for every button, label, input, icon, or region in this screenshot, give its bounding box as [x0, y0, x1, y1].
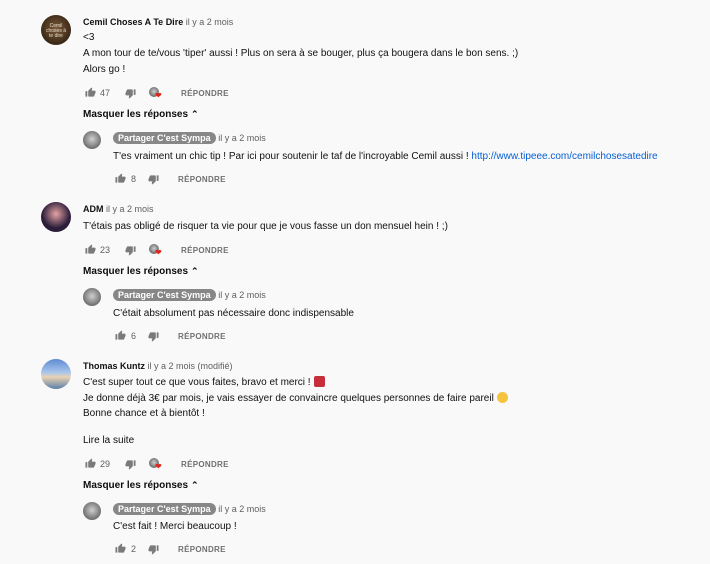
comment-time[interactable]: il y a 2 mois [186, 17, 234, 27]
like-count: 23 [100, 245, 111, 255]
comment-header: Cemil Choses A Te Dire il y a 2 mois [83, 17, 233, 27]
comment-text-line: Bonne chance et à bientôt ! [83, 408, 205, 419]
comment-text-line: C'est super tout ce que vous faites, bra… [83, 375, 325, 390]
chevron-up-icon: ⌃ [191, 480, 199, 490]
like-count: 2 [131, 544, 137, 554]
comment-author[interactable]: Thomas Kuntz [83, 361, 145, 371]
reply-text: C'était absolument pas nécessaire donc i… [113, 308, 354, 319]
comment-time[interactable]: il y a 2 mois [106, 204, 154, 214]
reply-avatar[interactable] [83, 288, 101, 306]
reply-text: C'est fait ! Merci beaucoup ! [113, 521, 237, 532]
thumb-down-icon[interactable] [148, 174, 159, 185]
avatar[interactable] [41, 202, 71, 232]
comment-text-body: C'est super tout ce que vous faites, bra… [83, 377, 311, 388]
read-more-link[interactable]: Lire la suite [83, 435, 134, 446]
thumb-down-icon[interactable] [125, 88, 136, 99]
comment-header: ADM il y a 2 mois [83, 204, 154, 214]
thumb-down-icon[interactable] [125, 245, 136, 256]
heart-face-emoji-icon [313, 376, 325, 387]
thumb-up-icon[interactable] [115, 543, 126, 554]
comment-header: Thomas Kuntz il y a 2 mois (modifié) [83, 361, 233, 371]
comment-author[interactable]: ADM [83, 204, 104, 214]
reply-actions: 2 RÉPONDRE [113, 543, 313, 557]
hide-replies-button[interactable]: Masquer les réponses ⌃ [83, 109, 199, 120]
reply-button[interactable]: RÉPONDRE [178, 175, 226, 184]
avatar-text: Cemil choses à te dire [45, 23, 66, 39]
like-count: 29 [100, 459, 111, 469]
comment-time[interactable]: il y a 2 mois (modifié) [148, 361, 233, 371]
like-count: 8 [131, 174, 137, 184]
reply-header: Partager C'est Sympa il y a 2 mois [113, 503, 266, 515]
creator-badge[interactable]: Partager C'est Sympa [113, 289, 216, 301]
thumb-up-icon[interactable] [85, 244, 96, 255]
like-count: 47 [100, 88, 111, 98]
reply-avatar[interactable] [83, 502, 101, 520]
reply-time[interactable]: il y a 2 mois [218, 133, 266, 143]
comment-author[interactable]: Cemil Choses A Te Dire [83, 17, 183, 27]
comment-actions: 23 ❤ RÉPONDRE [83, 244, 283, 258]
comment-actions: 29 ❤ RÉPONDRE [83, 458, 283, 472]
comment-text-body: Je donne déjà 3€ par mois, je vais essay… [83, 393, 494, 404]
thumb-up-icon[interactable] [85, 87, 96, 98]
avatar[interactable] [41, 359, 71, 389]
comment-text-line: Je donne déjà 3€ par mois, je vais essay… [83, 391, 508, 406]
hide-replies-label: Masquer les réponses [83, 480, 189, 491]
reply-button[interactable]: RÉPONDRE [181, 246, 229, 255]
hide-replies-label: Masquer les réponses [83, 109, 189, 120]
reply-text: T'es vraiment un chic tip ! Par ici pour… [113, 149, 658, 164]
reply-time[interactable]: il y a 2 mois [218, 504, 266, 514]
avatar[interactable]: Cemil choses à te dire [41, 15, 71, 45]
creator-heart-icon: ❤ [155, 248, 162, 257]
thumb-up-icon[interactable] [85, 458, 96, 469]
hide-replies-button[interactable]: Masquer les réponses ⌃ [83, 480, 199, 491]
comment-actions: 47 ❤ RÉPONDRE [83, 87, 283, 101]
reply-time[interactable]: il y a 2 mois [218, 290, 266, 300]
hide-replies-label: Masquer les réponses [83, 266, 189, 277]
comment-text-line: T'étais pas obligé de risquer ta vie pou… [83, 221, 448, 232]
smiley-emoji-icon [496, 392, 508, 403]
comment-text-line: A mon tour de te/vous 'tiper' aussi ! Pl… [83, 48, 519, 59]
thumb-down-icon[interactable] [148, 544, 159, 555]
reply-header: Partager C'est Sympa il y a 2 mois [113, 289, 266, 301]
thumb-up-icon[interactable] [115, 330, 126, 341]
reply-header: Partager C'est Sympa il y a 2 mois [113, 132, 266, 144]
chevron-up-icon: ⌃ [191, 109, 199, 119]
thumb-down-icon[interactable] [148, 331, 159, 342]
creator-heart-icon: ❤ [155, 91, 162, 100]
thumb-up-icon[interactable] [115, 173, 126, 184]
reply-actions: 8 RÉPONDRE [113, 173, 313, 187]
reply-button[interactable]: RÉPONDRE [181, 460, 229, 469]
hide-replies-button[interactable]: Masquer les réponses ⌃ [83, 266, 199, 277]
reply-button[interactable]: RÉPONDRE [178, 545, 226, 554]
tipeee-link[interactable]: http://www.tipeee.com/cemilchosesatedire [471, 151, 657, 162]
creator-badge[interactable]: Partager C'est Sympa [113, 132, 216, 144]
reply-button[interactable]: RÉPONDRE [178, 332, 226, 341]
reply-button[interactable]: RÉPONDRE [181, 89, 229, 98]
reply-avatar[interactable] [83, 131, 101, 149]
comment-text-line: Alors go ! [83, 64, 126, 75]
reply-actions: 6 RÉPONDRE [113, 330, 313, 344]
like-count: 6 [131, 331, 137, 341]
thumb-down-icon[interactable] [125, 459, 136, 470]
comment-text-line: <3 [83, 32, 95, 43]
creator-badge[interactable]: Partager C'est Sympa [113, 503, 216, 515]
creator-heart-icon: ❤ [155, 462, 162, 471]
chevron-up-icon: ⌃ [191, 266, 199, 276]
reply-text-body: T'es vraiment un chic tip ! Par ici pour… [113, 151, 472, 162]
